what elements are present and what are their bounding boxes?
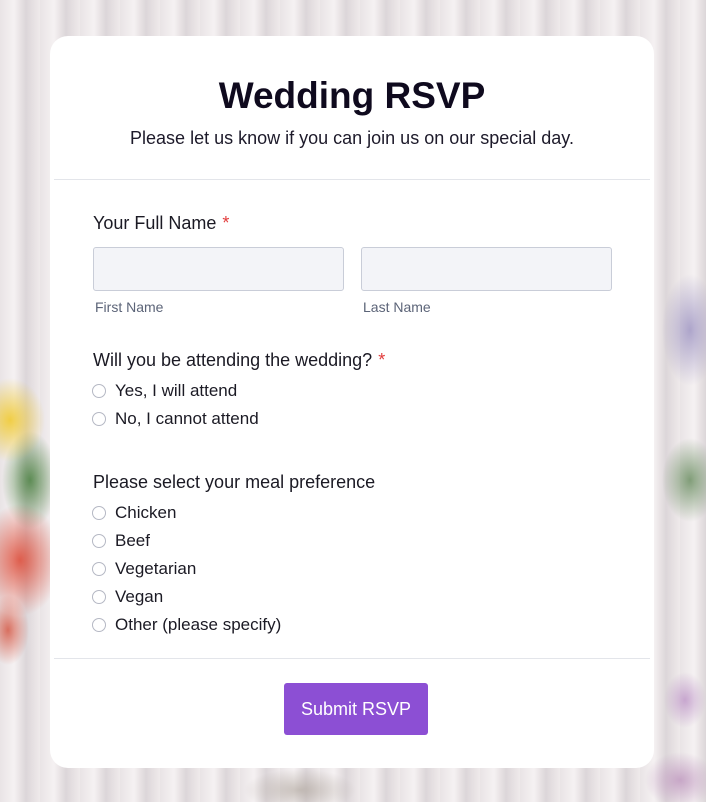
required-asterisk: *: [378, 350, 386, 370]
form-subtitle: Please let us know if you can join us on…: [130, 128, 574, 148]
option-label: Vegetarian: [115, 559, 197, 578]
attendance-options: Yes, I will attend No, I cannot attend: [92, 377, 612, 433]
option-label: Other (please specify): [115, 615, 282, 634]
meal-question: Please select your meal preference Chick…: [92, 470, 612, 639]
attendance-question-label: Will you be attending the wedding? *: [93, 348, 612, 372]
last-name-column: Last Name: [361, 247, 612, 316]
first-name-column: First Name: [93, 247, 344, 316]
option-label: Chicken: [115, 503, 177, 522]
meal-options: Chicken Beef Vegetarian Vegan Other (ple…: [92, 499, 612, 639]
name-question: Your Full Name * First Name Last Name: [93, 211, 612, 316]
radio-button[interactable]: [92, 618, 106, 632]
last-name-label: Last Name: [363, 299, 431, 315]
option-label: Vegan: [115, 587, 164, 606]
radio-button[interactable]: [92, 506, 106, 520]
submit-rsvp-button[interactable]: Submit RSVP: [284, 683, 428, 735]
first-name-input[interactable]: [93, 247, 344, 291]
attendance-question-text: Will you be attending the wedding?: [93, 350, 373, 370]
radio-button[interactable]: [92, 590, 106, 604]
radio-button[interactable]: [92, 562, 106, 576]
meal-option-vegan[interactable]: Vegan: [92, 583, 612, 611]
meal-option-vegetarian[interactable]: Vegetarian: [92, 555, 612, 583]
meal-option-beef[interactable]: Beef: [92, 527, 612, 555]
last-name-input[interactable]: [361, 247, 612, 291]
form-footer-divider: [54, 658, 650, 659]
required-asterisk: *: [222, 213, 230, 233]
option-label: Beef: [115, 531, 150, 550]
meal-option-other[interactable]: Other (please specify): [92, 611, 612, 639]
radio-button[interactable]: [92, 384, 106, 398]
meal-option-chicken[interactable]: Chicken: [92, 499, 612, 527]
name-fields-row: First Name Last Name: [93, 247, 612, 316]
attendance-option-yes[interactable]: Yes, I will attend: [92, 377, 612, 405]
name-question-text: Your Full Name: [93, 213, 217, 233]
radio-button[interactable]: [92, 534, 106, 548]
name-question-label: Your Full Name *: [93, 211, 612, 235]
rsvp-form-card: Wedding RSVP Please let us know if you c…: [50, 36, 654, 768]
form-header: Wedding RSVP Please let us know if you c…: [54, 36, 650, 180]
first-name-label: First Name: [95, 299, 164, 315]
option-label: No, I cannot attend: [115, 409, 259, 428]
attendance-option-no[interactable]: No, I cannot attend: [92, 405, 612, 433]
radio-button[interactable]: [92, 412, 106, 426]
option-label: Yes, I will attend: [115, 381, 238, 400]
attendance-question: Will you be attending the wedding? * Yes,…: [92, 348, 612, 433]
meal-question-label: Please select your meal preference: [93, 472, 376, 492]
form-title: Wedding RSVP: [218, 75, 486, 116]
